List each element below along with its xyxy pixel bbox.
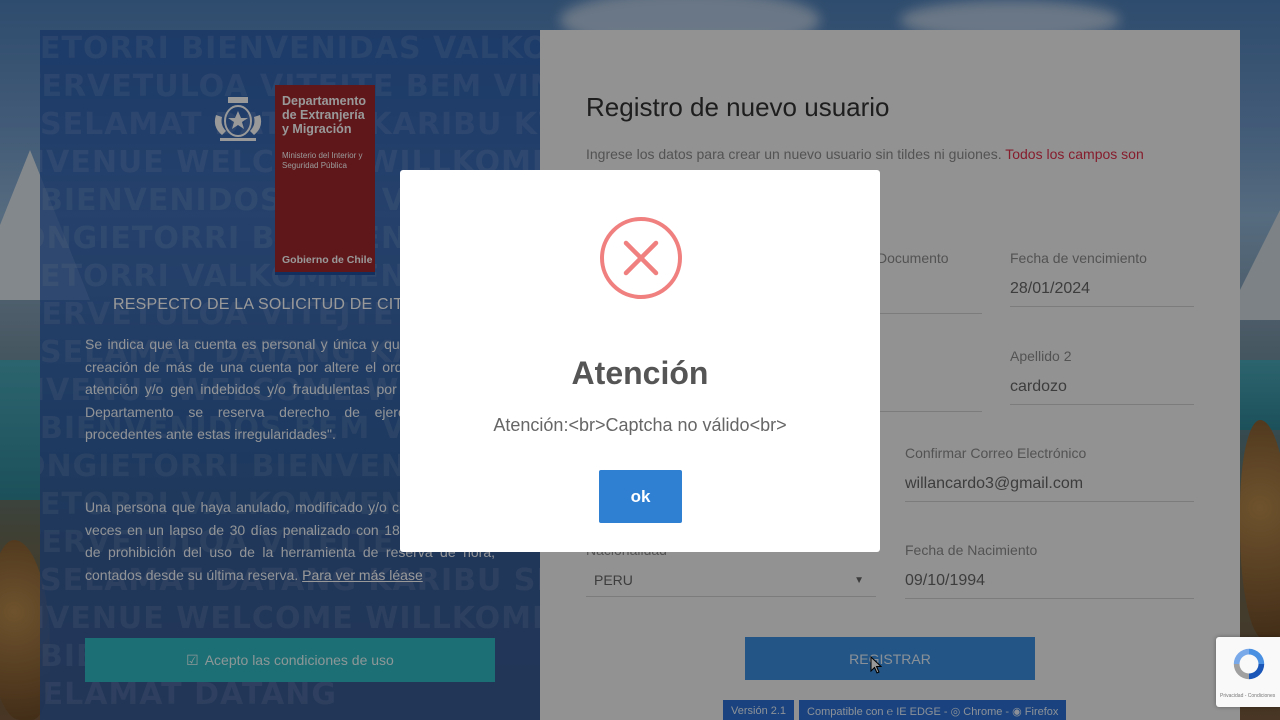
alert-dialog: Atención Atención:<br>Captcha no válido<… xyxy=(400,170,880,552)
recaptcha-badge[interactable]: Privacidad - Condiciones xyxy=(1216,637,1280,707)
recaptcha-text: Privacidad - Condiciones xyxy=(1220,693,1276,699)
recaptcha-icon xyxy=(1233,648,1265,680)
error-x-icon xyxy=(600,217,682,299)
ok-button[interactable]: ok xyxy=(599,470,682,523)
dialog-message: Atención:<br>Captcha no válido<br> xyxy=(493,415,787,435)
dialog-title: Atención xyxy=(571,355,709,391)
